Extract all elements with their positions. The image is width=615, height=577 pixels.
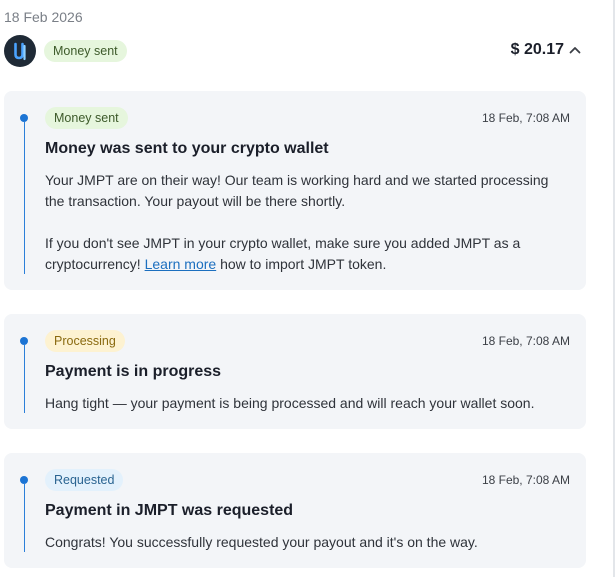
event-timestamp: 18 Feb, 7:08 AM bbox=[481, 111, 570, 125]
description-line: cryptocurrency! Learn more how to import… bbox=[45, 254, 565, 275]
timeline-event-money-sent: Money sent 18 Feb, 7:08 AM Money was sen… bbox=[4, 91, 586, 290]
timeline-event-processing: Processing 18 Feb, 7:08 AM Payment is in… bbox=[4, 314, 586, 429]
payout-history-page: 18 Feb 2026 Money sent $ 20.17 Money sen… bbox=[0, 0, 615, 577]
description-line: If you don't see JMPT in your crypto wal… bbox=[45, 235, 521, 251]
timeline-line bbox=[23, 484, 25, 552]
description-line: the transaction. Your payout will be the… bbox=[45, 193, 346, 209]
learn-more-link[interactable]: Learn more bbox=[145, 256, 217, 272]
payout-summary-row[interactable]: Money sent $ 20.17 bbox=[4, 35, 586, 67]
description-text: how to import JMPT token. bbox=[216, 256, 387, 272]
status-badge: Requested bbox=[45, 469, 124, 491]
timeline-dot bbox=[20, 476, 28, 484]
event-title: Payment in JMPT was requested bbox=[45, 502, 294, 519]
date-heading: 18 Feb 2026 bbox=[4, 9, 83, 25]
status-badge: Processing bbox=[45, 330, 125, 352]
timeline-event-requested: Requested 18 Feb, 7:08 AM Payment in JMP… bbox=[4, 453, 586, 568]
event-description: Your JMPT are on their way! Our team is … bbox=[45, 170, 565, 275]
event-title: Payment is in progress bbox=[45, 363, 222, 380]
status-badge: Money sent bbox=[45, 107, 128, 129]
payout-amount: $ 20.17 bbox=[510, 41, 564, 58]
timeline-line bbox=[23, 122, 25, 274]
timeline-dot bbox=[20, 337, 28, 345]
timeline-dot bbox=[20, 114, 28, 122]
description-line: Your JMPT are on their way! Our team is … bbox=[45, 172, 549, 188]
timeline-line bbox=[23, 345, 25, 413]
event-timestamp: 18 Feb, 7:08 AM bbox=[481, 473, 570, 487]
event-title: Money was sent to your crypto wallet bbox=[45, 140, 329, 157]
chevron-up-icon[interactable] bbox=[568, 43, 582, 57]
event-description: Congrats! You successfully requested you… bbox=[45, 534, 478, 550]
event-description: Hang tight — your payment is being proce… bbox=[45, 395, 535, 411]
summary-status-badge: Money sent bbox=[44, 40, 127, 62]
description-text: cryptocurrency! bbox=[45, 256, 145, 272]
app-logo-icon bbox=[4, 35, 36, 67]
event-timestamp: 18 Feb, 7:08 AM bbox=[481, 334, 570, 348]
